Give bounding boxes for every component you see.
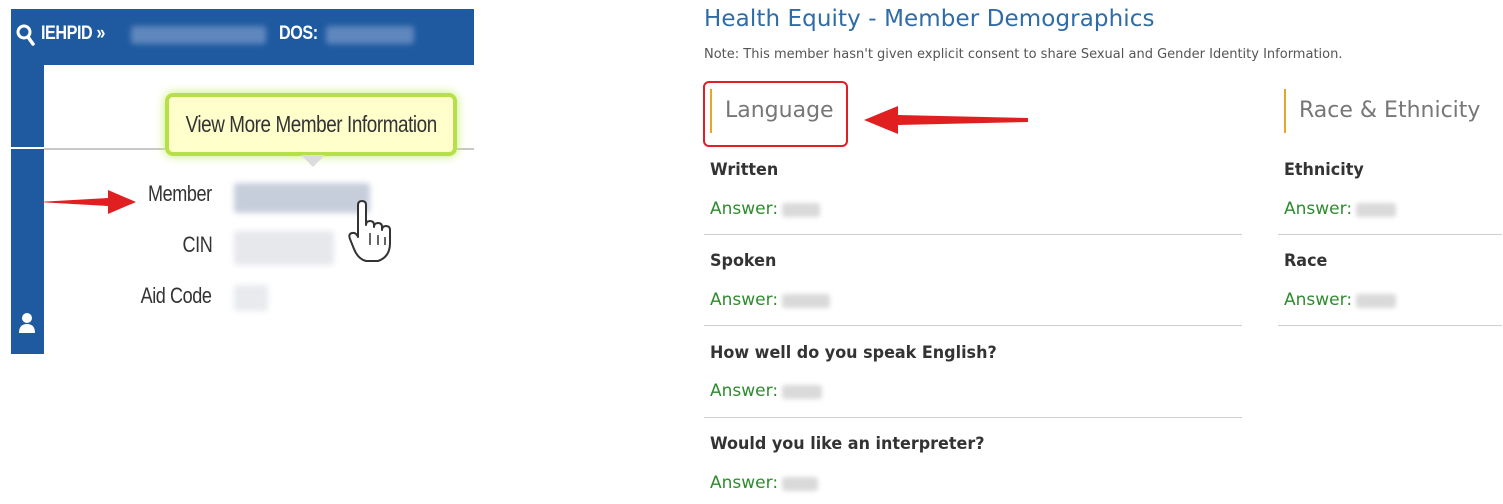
spoken-answer: Answer: [710, 290, 831, 310]
page-title: Health Equity - Member Demographics [704, 6, 1155, 32]
answer-redacted [782, 384, 823, 399]
aid-code-label: Aid Code [141, 283, 212, 308]
race-answer: Answer: [1284, 290, 1397, 310]
interpreter-answer: Answer: [710, 473, 819, 493]
red-arrow-icon [864, 106, 1028, 134]
side-strip-divider [11, 147, 44, 149]
aid-code-value-redacted [234, 285, 268, 311]
view-more-tooltip: View More Member Information [165, 93, 457, 156]
member-label: Member [148, 181, 212, 206]
dos-value-redacted [326, 26, 414, 44]
race-question: Race [1284, 251, 1328, 271]
race-ethnicity-section-heading: Race & Ethnicity [1284, 89, 1480, 133]
answer-redacted [782, 202, 821, 217]
search-icon[interactable] [16, 24, 36, 46]
member-header-bar: IEHPID » DOS: [11, 9, 474, 65]
ethnicity-answer: Answer: [1284, 199, 1397, 219]
answer-redacted [782, 476, 819, 491]
user-icon[interactable] [17, 311, 37, 335]
english-proficiency-answer: Answer: [710, 381, 823, 401]
row-separator [704, 325, 1242, 326]
spoken-question: Spoken [710, 251, 777, 271]
tooltip-tail [301, 155, 325, 167]
member-info-panel: IEHPID » DOS: View More Member Informati… [11, 9, 474, 354]
consent-note: Note: This member hasn't given explicit … [704, 47, 1343, 62]
iehpid-value-redacted [131, 26, 266, 44]
row-separator [1278, 234, 1502, 235]
answer-redacted [1356, 202, 1397, 217]
interpreter-question: Would you like an interpreter? [710, 434, 985, 454]
ethnicity-question: Ethnicity [1284, 160, 1364, 180]
cin-label: CIN [182, 232, 212, 257]
iehpid-label: IEHPID » [41, 23, 105, 44]
row-separator [704, 234, 1242, 235]
hand-pointer-icon [348, 200, 391, 262]
written-answer: Answer: [710, 199, 821, 219]
row-separator [1278, 325, 1502, 326]
language-highlight-box [703, 81, 848, 147]
written-question: Written [710, 160, 779, 180]
cin-value-redacted [234, 231, 334, 265]
dos-label: DOS: [279, 23, 318, 44]
row-separator [704, 417, 1242, 418]
tooltip-text: View More Member Information [185, 111, 437, 137]
english-proficiency-question: How well do you speak English? [710, 343, 997, 363]
red-arrow-icon [38, 190, 136, 214]
answer-redacted [782, 293, 831, 308]
answer-redacted [1356, 293, 1397, 308]
